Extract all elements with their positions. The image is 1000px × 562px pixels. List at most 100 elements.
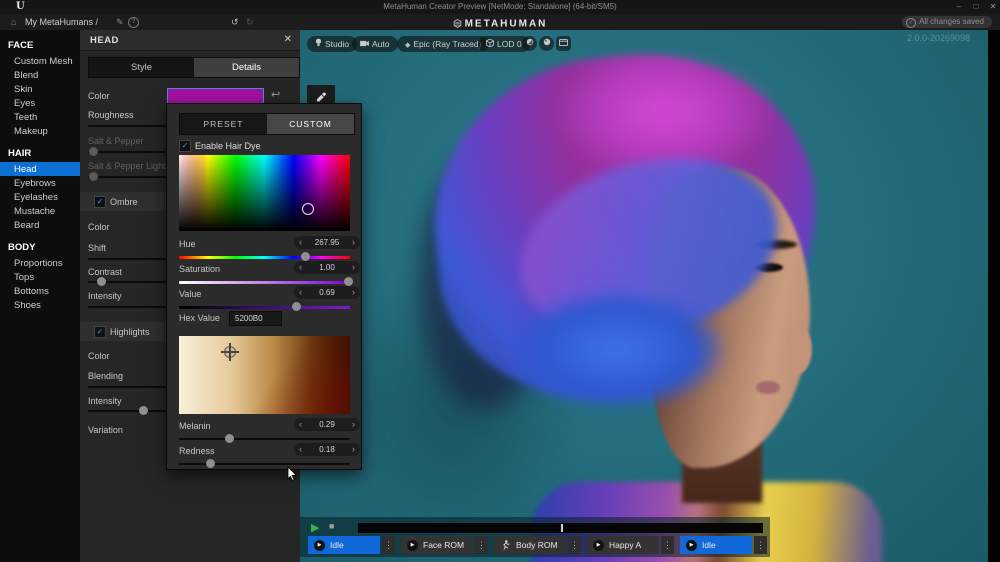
clip-idle-1-menu-icon[interactable]: ⋮ bbox=[382, 536, 395, 554]
camera-mode-button[interactable]: Auto bbox=[352, 36, 398, 52]
sidebar-item-skin[interactable]: Skin bbox=[0, 82, 80, 96]
melanin-slider[interactable] bbox=[179, 438, 350, 440]
saturation-decrement-icon[interactable]: ‹ bbox=[299, 262, 302, 273]
saturation-increment-icon[interactable]: › bbox=[352, 262, 355, 273]
hair-color-picker-popup: PRESET CUSTOM ✓ Enable Hair Dye Hue ‹267… bbox=[166, 103, 362, 470]
lod-cube-icon bbox=[486, 39, 494, 47]
melanin-spinner: ‹0.29› bbox=[294, 418, 360, 431]
hue-increment-icon[interactable]: › bbox=[352, 237, 355, 248]
value-increment-icon[interactable]: › bbox=[352, 287, 355, 298]
melanin-cursor-crosshair[interactable] bbox=[224, 346, 236, 358]
clip-body-rom-menu-icon[interactable]: ⋮ bbox=[568, 536, 581, 554]
saturation-slider[interactable] bbox=[179, 281, 350, 284]
section-face: FACE bbox=[0, 30, 80, 54]
playhead-marker[interactable] bbox=[561, 524, 563, 532]
sidebar-item-eyelashes[interactable]: Eyelashes bbox=[0, 190, 80, 204]
tab-preset[interactable]: PRESET bbox=[180, 114, 267, 134]
tab-custom[interactable]: CUSTOM bbox=[267, 114, 354, 134]
redness-slider[interactable] bbox=[179, 463, 350, 465]
value-label: Value bbox=[179, 289, 201, 299]
groom-preview-button[interactable] bbox=[522, 36, 537, 51]
sidebar-item-head[interactable]: Head bbox=[0, 162, 80, 176]
play-circle-icon: ▶ bbox=[407, 540, 418, 551]
sidebar-item-custom-mesh[interactable]: Custom Mesh bbox=[0, 54, 80, 68]
minimize-button[interactable]: – bbox=[952, 2, 966, 11]
close-window-button[interactable]: ✕ bbox=[986, 2, 1000, 11]
shift-label: Shift bbox=[88, 243, 106, 253]
melanin-decrement-icon[interactable]: ‹ bbox=[299, 419, 302, 430]
hue-slider[interactable] bbox=[179, 256, 350, 259]
half-sphere-icon bbox=[526, 38, 534, 46]
category-sidebar: FACE Custom Mesh Blend Skin Eyes Teeth M… bbox=[0, 30, 80, 562]
roughness-label: Roughness bbox=[88, 110, 134, 120]
redness-decrement-icon[interactable]: ‹ bbox=[299, 444, 302, 455]
hex-value-input[interactable]: 5200B0 bbox=[229, 311, 282, 326]
enable-hair-dye-checkbox[interactable]: ✓ bbox=[179, 140, 191, 152]
sidebar-item-shoes[interactable]: Shoes bbox=[0, 298, 80, 312]
clip-idle-2-menu-icon[interactable]: ⋮ bbox=[754, 536, 767, 554]
ombre-label: Ombre bbox=[110, 197, 138, 207]
panel-close-icon[interactable]: ✕ bbox=[284, 34, 292, 45]
timeline-scrubber[interactable] bbox=[358, 523, 763, 533]
clip-happy-a-menu-icon[interactable]: ⋮ bbox=[661, 536, 674, 554]
clip-face-rom[interactable]: ▶Face ROM bbox=[401, 536, 473, 554]
ombre-checkbox[interactable]: ✓ bbox=[94, 196, 106, 208]
sidebar-item-blend[interactable]: Blend bbox=[0, 68, 80, 82]
sidebar-item-tops[interactable]: Tops bbox=[0, 270, 80, 284]
character-portrait bbox=[300, 30, 988, 562]
animation-timeline: ▶ ■ ▶Idle ⋮ ▶Face ROM ⋮ Body ROM ⋮ ▶Happ… bbox=[300, 517, 770, 557]
clip-happy-a[interactable]: ▶Happy A bbox=[587, 536, 659, 554]
sidebar-item-eyes[interactable]: Eyes bbox=[0, 96, 80, 110]
hue-decrement-icon[interactable]: ‹ bbox=[299, 237, 302, 248]
material-sphere-button[interactable] bbox=[539, 36, 554, 51]
3d-viewport[interactable]: Studio Auto ◆Epic (Ray Traced) LOD 0 2.0… bbox=[300, 30, 988, 562]
sidebar-item-makeup[interactable]: Makeup bbox=[0, 124, 80, 138]
value-decrement-icon[interactable]: ‹ bbox=[299, 287, 302, 298]
metahuman-logo-icon bbox=[453, 19, 462, 28]
play-button[interactable]: ▶ bbox=[311, 521, 319, 534]
tab-details[interactable]: Details bbox=[194, 58, 299, 77]
tab-style[interactable]: Style bbox=[89, 58, 194, 77]
sidebar-item-eyebrows[interactable]: Eyebrows bbox=[0, 176, 80, 190]
highlights-checkbox[interactable]: ✓ bbox=[94, 326, 106, 338]
hue-value-gradient-picker[interactable] bbox=[179, 155, 350, 231]
highlights-intensity-label: Intensity bbox=[88, 396, 122, 406]
value-spinner: ‹0.69› bbox=[294, 286, 360, 299]
clip-body-rom[interactable]: Body ROM bbox=[494, 536, 566, 554]
clip-face-rom-menu-icon[interactable]: ⋮ bbox=[475, 536, 488, 554]
clip-idle-1[interactable]: ▶Idle bbox=[308, 536, 380, 554]
build-version-label: 2.0.0-20269098 bbox=[907, 33, 970, 43]
section-hair: HAIR bbox=[0, 138, 80, 162]
stop-button[interactable]: ■ bbox=[329, 521, 334, 531]
melanin-increment-icon[interactable]: › bbox=[352, 419, 355, 430]
melanin-redness-gradient-picker[interactable] bbox=[179, 336, 350, 414]
hue-label: Hue bbox=[179, 239, 196, 249]
sidebar-item-beard[interactable]: Beard bbox=[0, 218, 80, 232]
highlights-label: Highlights bbox=[110, 327, 150, 337]
clip-idle-2[interactable]: ▶Idle bbox=[680, 536, 752, 554]
variation-label: Variation bbox=[88, 425, 123, 435]
value-slider[interactable] bbox=[179, 306, 350, 309]
salt-pepper-label: Salt & Pepper bbox=[88, 136, 144, 146]
melanin-label: Melanin bbox=[179, 421, 211, 431]
window-title: MetaHuman Creator Preview [NetMode: Stan… bbox=[0, 2, 1000, 11]
lighting-env-button[interactable]: Studio bbox=[307, 36, 357, 52]
clapperboard-button[interactable] bbox=[556, 36, 571, 51]
viewport-right-gutter bbox=[988, 30, 1000, 562]
play-circle-icon: ▶ bbox=[593, 540, 604, 551]
redness-increment-icon[interactable]: › bbox=[352, 444, 355, 455]
quality-mode-button[interactable]: ◆Epic (Ray Traced) bbox=[397, 36, 489, 52]
saturation-label: Saturation bbox=[179, 264, 220, 274]
title-bar: U MetaHuman Creator Preview [NetMode: St… bbox=[0, 0, 1000, 14]
saved-check-icon: ✓ bbox=[906, 18, 916, 28]
sidebar-item-proportions[interactable]: Proportions bbox=[0, 256, 80, 270]
sidebar-item-teeth[interactable]: Teeth bbox=[0, 110, 80, 124]
reset-color-icon[interactable]: ↩ bbox=[271, 88, 280, 101]
intensity-label: Intensity bbox=[88, 291, 122, 301]
ombre-color-label: Color bbox=[88, 222, 110, 232]
sidebar-item-bottoms[interactable]: Bottoms bbox=[0, 284, 80, 298]
maximize-button[interactable]: □ bbox=[969, 2, 983, 11]
color-cursor-ring[interactable] bbox=[302, 203, 314, 215]
bulb-icon bbox=[315, 38, 322, 47]
sidebar-item-mustache[interactable]: Mustache bbox=[0, 204, 80, 218]
